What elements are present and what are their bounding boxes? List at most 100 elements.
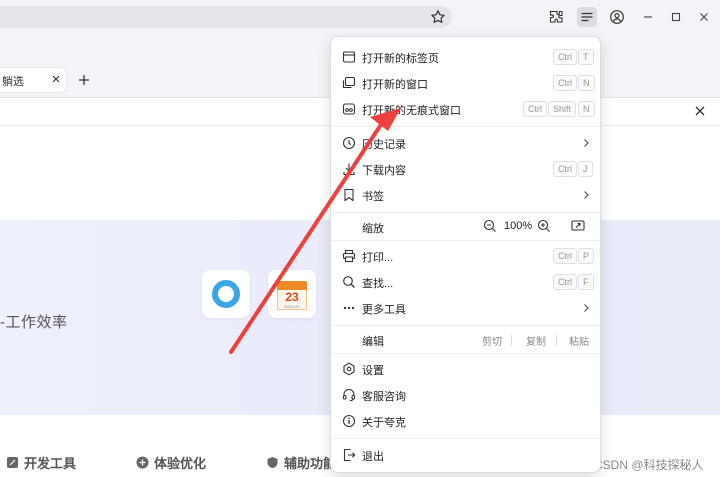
shortcut-key: Ctrl <box>553 75 577 91</box>
menu-item-find[interactable]: 查找... Ctrl F <box>331 269 600 295</box>
shortcut-key: Ctrl <box>553 49 577 65</box>
menu-item-history[interactable]: 历史记录 <box>331 130 600 156</box>
search-icon <box>343 276 355 288</box>
calendar-day: 23 <box>285 290 299 304</box>
menu-item-incognito-window[interactable]: 打开新的无痕式窗口 Ctrl Shift N <box>331 96 600 122</box>
nav-dev-tools[interactable]: 开发工具 <box>6 452 76 472</box>
menu-separator <box>331 126 600 127</box>
shortcut-key: Ctrl <box>523 101 547 117</box>
menu-item-label: 编辑 <box>362 336 384 348</box>
menu-item-label: 退出 <box>362 451 384 463</box>
menu-item-label: 关于夸克 <box>362 417 406 429</box>
exit-icon <box>343 448 356 462</box>
calendar-weekday: SUNDAY <box>283 304 301 309</box>
new-tab-page-icon <box>342 51 356 63</box>
address-bar[interactable] <box>0 6 452 28</box>
new-window-icon <box>342 76 356 89</box>
menu-item-label: 历史记录 <box>362 139 406 151</box>
chevron-right-icon <box>584 191 589 199</box>
shortcut-key: J <box>578 161 593 177</box>
tab-close-icon[interactable] <box>50 73 62 85</box>
menu-item-label: 客服咨询 <box>362 391 406 403</box>
info-icon <box>342 414 356 428</box>
print-icon <box>342 249 356 263</box>
shortcut-key: Shift <box>548 101 577 117</box>
tab-current[interactable]: 躺选 <box>0 68 66 92</box>
star-icon[interactable] <box>430 9 446 25</box>
tab-label: 躺选 <box>2 76 24 88</box>
app-tile-calendar[interactable]: 23 SUNDAY <box>268 270 316 318</box>
cut-button[interactable]: 剪切 <box>482 333 502 348</box>
menu-item-new-tab[interactable]: 打开新的标签页 Ctrl T <box>331 44 600 70</box>
incognito-icon <box>342 103 356 115</box>
zoom-in-icon[interactable] <box>537 219 551 233</box>
menu-separator <box>331 212 600 213</box>
app-tile-ring[interactable] <box>202 270 250 318</box>
extensions-icon[interactable] <box>546 7 566 27</box>
shortcut-key: T <box>578 49 594 65</box>
nav-accessibility-label: 辅助功能 <box>284 455 337 471</box>
copy-button[interactable]: 复制 <box>526 333 546 348</box>
menu-item-print[interactable]: 打印... Ctrl P <box>331 243 600 269</box>
nav-experience[interactable]: 体验优化 <box>136 452 206 472</box>
zoom-out-icon[interactable] <box>483 219 497 233</box>
menu-item-label: 缩放 <box>362 223 384 235</box>
bookmark-icon <box>344 188 354 202</box>
zoom-level: 100% <box>504 220 533 232</box>
new-tab-icon[interactable] <box>76 72 92 88</box>
menu-item-about[interactable]: 关于夸克 <box>331 408 600 434</box>
menu-item-bookmarks[interactable]: 书签 <box>331 182 600 208</box>
fullscreen-icon[interactable] <box>571 219 585 233</box>
nav-accessibility[interactable]: 辅助功能 <box>266 452 336 472</box>
menu-item-label: 更多工具 <box>362 304 406 316</box>
shortcut-key: Ctrl <box>553 248 577 264</box>
menu-item-label: 设置 <box>362 365 384 377</box>
headset-icon <box>342 389 356 402</box>
infobar-close-icon[interactable] <box>693 104 707 118</box>
plus-circle-icon <box>136 456 149 468</box>
more-icon <box>343 306 355 310</box>
edit-divider <box>556 335 557 346</box>
menu-item-more-tools[interactable]: 更多工具 <box>331 295 600 321</box>
account-icon[interactable] <box>607 7 627 27</box>
main-menu: 打开新的标签页 Ctrl T 打开新的窗口 Ctrl N 打开新的无痕式窗口 C… <box>330 36 601 473</box>
menu-icon[interactable] <box>577 7 597 27</box>
edit-divider <box>511 335 512 346</box>
shortcut-key: Ctrl <box>553 274 577 290</box>
menu-item-label: 书签 <box>362 191 384 203</box>
menu-item-new-window[interactable]: 打开新的窗口 Ctrl N <box>331 70 600 96</box>
menu-separator <box>331 240 600 241</box>
shortcut-key: N <box>578 101 595 117</box>
menu-item-edit: 编辑 剪切 复制 粘贴 <box>331 327 600 353</box>
gear-icon <box>343 362 355 376</box>
nav-experience-label: 体验优化 <box>154 455 207 471</box>
menu-separator <box>331 325 600 326</box>
menu-item-label: 查找... <box>362 278 394 290</box>
menu-item-label: 打开新的窗口 <box>362 79 428 91</box>
menu-item-label: 打开新的无痕式窗口 <box>362 105 461 117</box>
menu-item-settings[interactable]: 设置 <box>331 356 600 382</box>
menu-item-downloads[interactable]: 下载内容 Ctrl J <box>331 156 600 182</box>
shortcut-key: N <box>578 75 595 91</box>
menu-separator <box>331 438 600 439</box>
chevron-right-icon <box>584 139 589 147</box>
shield-icon <box>267 456 278 468</box>
ring-app-icon <box>212 280 240 308</box>
hero-text: -工作效率 <box>0 314 68 331</box>
menu-item-customer-service[interactable]: 客服咨询 <box>331 382 600 408</box>
menu-item-zoom: 缩放 100% <box>331 214 600 240</box>
chevron-right-icon <box>584 304 589 312</box>
menu-item-label: 下载内容 <box>362 165 406 177</box>
maximize-icon[interactable] <box>667 8 685 26</box>
paste-button[interactable]: 粘贴 <box>569 333 589 348</box>
close-icon[interactable] <box>695 8 713 26</box>
menu-item-label: 打印... <box>362 252 394 264</box>
menu-item-label: 打开新的标签页 <box>362 53 439 65</box>
dev-tools-icon <box>7 456 18 468</box>
calendar-app-icon: 23 SUNDAY <box>277 278 307 310</box>
menu-item-quit[interactable]: 退出 <box>331 442 600 468</box>
download-icon <box>343 163 355 176</box>
minimize-icon[interactable] <box>639 8 657 26</box>
nav-dev-tools-label: 开发工具 <box>24 455 77 471</box>
browser-toolbar <box>0 0 720 34</box>
